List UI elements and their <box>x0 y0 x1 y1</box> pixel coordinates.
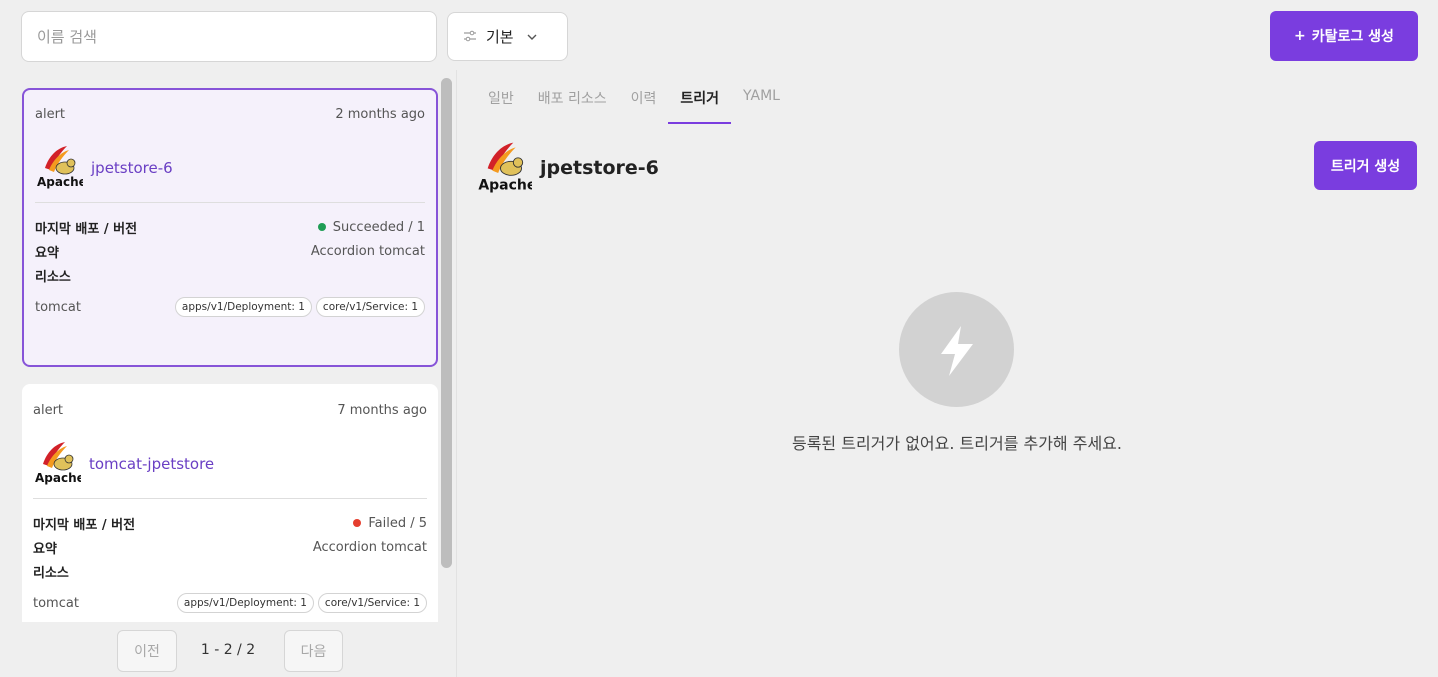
sort-label: 기본 <box>486 28 514 46</box>
apache-logo: Apache <box>33 438 85 490</box>
detail-tabs: 일반 배포 리소스 이력 트리거 YAML <box>476 80 792 124</box>
filter-sliders-icon <box>463 28 477 46</box>
resource-chip: apps/v1/Deployment: 1 <box>176 593 314 613</box>
catalog-type: alert <box>33 403 64 418</box>
tab-yaml[interactable]: YAML <box>731 80 792 124</box>
search-input[interactable] <box>37 27 436 46</box>
resources-label: 리소스 <box>33 565 69 581</box>
sort-dropdown[interactable]: 기본 <box>447 12 568 61</box>
catalog-name[interactable]: tomcat-jpetstore <box>89 455 214 473</box>
page-info: 1 - 2 / 2 <box>200 642 256 658</box>
resource-chip: apps/v1/Deployment: 1 <box>174 297 312 317</box>
apache-logo: Apache <box>476 138 536 198</box>
chevron-down-icon <box>527 30 537 43</box>
summary-label: 요약 <box>33 541 57 557</box>
prev-page-button[interactable]: 이전 <box>117 630 177 672</box>
detail-header: Apache jpetstore-6 <box>476 138 659 198</box>
svg-text:Apache: Apache <box>478 177 532 193</box>
search-box[interactable] <box>21 11 437 62</box>
svg-text:Apache: Apache <box>37 175 83 189</box>
catalog-card[interactable]: alert 2 months ago Apache jpetstore-6 마지… <box>22 88 438 367</box>
resource-name: tomcat <box>35 299 81 315</box>
summary-value: Accordion tomcat <box>312 539 427 555</box>
apache-logo: Apache <box>35 142 87 194</box>
resource-chip: core/v1/Service: 1 <box>317 593 427 613</box>
resources-label: 리소스 <box>35 269 71 285</box>
tab-trigger[interactable]: 트리거 <box>668 80 731 124</box>
plus-icon: + <box>1294 28 1306 44</box>
resource-chip: core/v1/Service: 1 <box>315 297 425 317</box>
tab-general[interactable]: 일반 <box>476 80 526 124</box>
catalog-name[interactable]: jpetstore-6 <box>91 159 173 177</box>
tab-history[interactable]: 이력 <box>619 80 669 124</box>
summary-value: Accordion tomcat <box>310 243 425 259</box>
catalog-list[interactable]: alert 2 months ago Apache jpetstore-6 마지… <box>0 70 440 622</box>
status-dot-failed <box>353 519 362 527</box>
resource-name: tomcat <box>33 595 79 611</box>
divider <box>35 202 425 203</box>
create-trigger-button[interactable]: 트리거 생성 <box>1314 141 1417 190</box>
deploy-label: 마지막 배포 / 버전 <box>35 221 138 237</box>
deploy-value: Succeeded / 1 <box>332 219 425 235</box>
next-page-button[interactable]: 다음 <box>284 630 343 672</box>
divider <box>33 498 427 499</box>
catalog-card[interactable]: alert 7 months ago Apache tomcat-jpetsto… <box>22 384 438 622</box>
deploy-label: 마지막 배포 / 버전 <box>33 517 136 533</box>
create-catalog-button[interactable]: + 카탈로그 생성 <box>1270 11 1418 61</box>
catalog-list-panel: alert 2 months ago Apache jpetstore-6 마지… <box>0 70 456 677</box>
detail-title: jpetstore-6 <box>540 157 659 179</box>
lightning-icon <box>899 292 1014 407</box>
tab-deploy-resources[interactable]: 배포 리소스 <box>526 80 619 124</box>
deploy-value: Failed / 5 <box>368 515 427 531</box>
svg-text:Apache: Apache <box>35 471 81 485</box>
empty-state-message: 등록된 트리거가 없어요. 트리거를 추가해 주세요. <box>791 434 1122 453</box>
pagination: 이전 1 - 2 / 2 다음 <box>0 630 456 672</box>
catalog-time: 7 months ago <box>337 403 427 418</box>
create-catalog-label: 카탈로그 생성 <box>1311 29 1394 45</box>
list-scrollbar[interactable] <box>441 78 452 568</box>
catalog-time: 2 months ago <box>335 107 425 122</box>
status-dot-success <box>317 223 326 231</box>
catalog-type: alert <box>35 107 66 122</box>
summary-label: 요약 <box>35 245 59 261</box>
panel-divider <box>456 70 457 677</box>
